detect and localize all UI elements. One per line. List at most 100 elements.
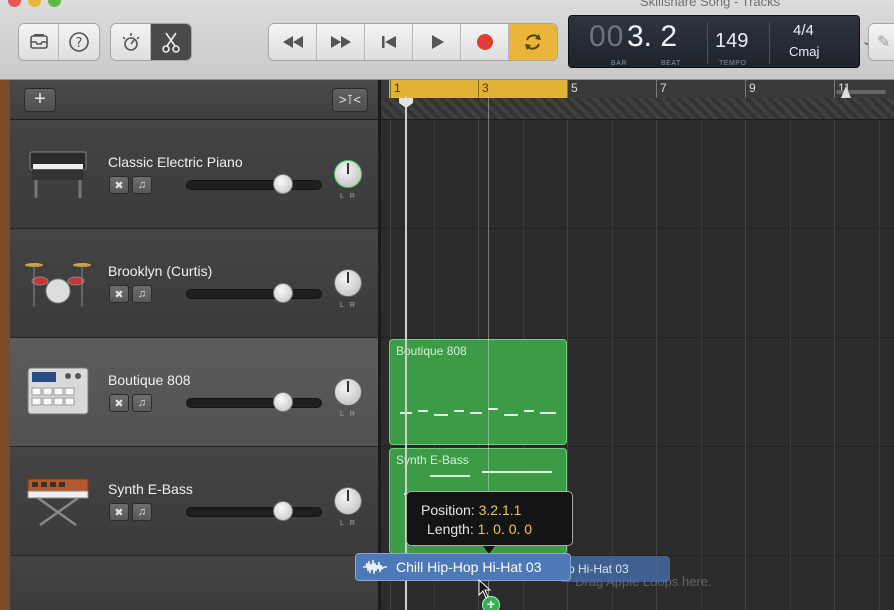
dragged-loop-name: Chill Hip-Hop Hi-Hat 03 <box>396 559 542 575</box>
edit-buttons-group <box>110 23 192 61</box>
solo-button[interactable]: ♫ <box>132 503 152 521</box>
pan-lr-labels: LR <box>340 411 361 418</box>
track-header[interactable]: Classic Electric Piano ✖ ♫ LR <box>10 120 378 229</box>
waveform-icon <box>363 559 387 575</box>
editors-button[interactable] <box>151 24 191 60</box>
view-buttons-group: ? <box>18 23 100 61</box>
window-title: Skillshare Song - Tracks <box>640 0 781 9</box>
headphones-icon: ♫ <box>137 179 147 191</box>
position-tooltip: Position: 3.2.1.1 Length: 1. 0. 0. 0 <box>406 491 573 546</box>
catch-icon: >⊺< <box>339 92 361 107</box>
pan-lr-labels: LR <box>340 520 361 527</box>
catch-playhead-button[interactable]: >⊺< <box>332 88 368 112</box>
pan-knob[interactable] <box>334 487 362 515</box>
volume-slider[interactable] <box>186 507 322 517</box>
ruler-hatch <box>381 98 894 119</box>
drum-kit-icon <box>25 263 91 307</box>
ruler-bar-number: 1 <box>394 81 401 95</box>
tooltip-length-label: Length: <box>427 521 474 537</box>
mute-button[interactable]: ✖ <box>109 503 129 521</box>
mute-icon: ✖ <box>114 506 124 519</box>
track-lane[interactable] <box>381 120 894 229</box>
copy-plus-icon: + <box>482 596 500 610</box>
pan-lr-labels: LR <box>340 302 361 309</box>
plus-icon: + <box>34 88 46 110</box>
volume-slider[interactable] <box>186 180 322 190</box>
minimize-window-button[interactable] <box>28 0 41 7</box>
volume-slider-knob[interactable] <box>273 501 293 521</box>
pan-lr-labels: LR <box>340 193 361 200</box>
empty-track-row <box>10 556 378 610</box>
headphones-icon: ♫ <box>137 397 147 409</box>
ruler-bar-number: 3 <box>482 81 489 95</box>
svg-text:?: ? <box>76 36 83 51</box>
track-name: Brooklyn (Curtis) <box>108 263 213 279</box>
play-button[interactable] <box>413 24 461 60</box>
lcd-bar-label: BAR <box>611 60 627 67</box>
mute-button[interactable]: ✖ <box>109 394 129 412</box>
ruler-bar-number: 9 <box>749 81 756 95</box>
track-name: Classic Electric Piano <box>108 154 243 170</box>
lcd-position: 3. 2 <box>627 20 678 53</box>
solo-button[interactable]: ♫ <box>132 394 152 412</box>
ruler-bar-number: 5 <box>571 81 578 95</box>
solo-button[interactable]: ♫ <box>132 285 152 303</box>
go-to-beginning-icon <box>381 36 396 48</box>
volume-slider[interactable] <box>186 289 322 299</box>
garageband-window: Skillshare Song - Tracks ? 00 3. 2 BAR B… <box>0 0 894 610</box>
play-icon <box>431 35 444 49</box>
fast-forward-button[interactable] <box>317 24 365 60</box>
zoom-window-button[interactable] <box>48 0 61 7</box>
ruler-bar-number: 7 <box>660 81 667 95</box>
cycle-button[interactable] <box>509 24 557 60</box>
volume-slider-knob[interactable] <box>273 174 293 194</box>
lcd-display[interactable]: 00 3. 2 BAR BEAT 149 TEMPO 4/4 Cmaj <box>568 15 860 68</box>
electric-piano-icon <box>29 151 87 198</box>
rewind-icon <box>282 36 303 48</box>
volume-slider[interactable] <box>186 398 322 408</box>
dragged-apple-loop[interactable]: Chill Hip-Hop Hi-Hat 03 <box>355 553 571 581</box>
record-button[interactable] <box>461 24 509 60</box>
rewind-button[interactable] <box>269 24 317 60</box>
lcd-bar-digits: 00 <box>589 20 625 53</box>
library-edge <box>0 80 10 610</box>
mute-button[interactable]: ✖ <box>109 285 129 303</box>
tooltip-length-value: 1. 0. 0. 0 <box>477 521 533 537</box>
region-boutique-808[interactable]: Boutique 808 <box>389 339 567 445</box>
library-icon <box>29 34 48 49</box>
library-button[interactable] <box>19 24 59 60</box>
pan-knob[interactable] <box>334 378 362 406</box>
notepad-button[interactable]: ✎ <box>868 23 894 61</box>
drum-machine-icon <box>27 367 89 415</box>
track-lane[interactable] <box>381 229 894 338</box>
mute-icon: ✖ <box>114 397 124 410</box>
record-icon <box>476 34 493 50</box>
add-track-button[interactable]: + <box>24 88 56 112</box>
lcd-tempo-label: TEMPO <box>719 60 747 67</box>
go-to-beginning-button[interactable] <box>365 24 413 60</box>
track-header[interactable]: Boutique 808 ✖ ♫ LR <box>10 338 378 447</box>
close-window-button[interactable] <box>8 0 21 7</box>
headphones-icon: ♫ <box>137 506 147 518</box>
synthesizer-icon <box>27 478 89 527</box>
lcd-tempo: 149 <box>715 30 749 52</box>
smart-controls-button[interactable] <box>111 24 151 60</box>
volume-slider-knob[interactable] <box>273 283 293 303</box>
tooltip-position-value: 3.2.1.1 <box>478 502 522 518</box>
headphones-icon: ♫ <box>137 288 147 300</box>
mute-icon: ✖ <box>114 179 124 192</box>
mute-button[interactable]: ✖ <box>109 176 129 194</box>
pan-knob[interactable] <box>334 160 362 188</box>
track-header[interactable]: Synth E-Bass ✖ ♫ LR <box>10 447 378 556</box>
help-icon: ? <box>69 32 89 52</box>
volume-slider-knob[interactable] <box>273 392 293 412</box>
quick-help-button[interactable]: ? <box>59 24 99 60</box>
smart-controls-icon <box>122 33 139 51</box>
tooltip-length-row: Length: 1. 0. 0. 0 <box>427 521 532 537</box>
solo-button[interactable]: ♫ <box>132 176 152 194</box>
pan-knob[interactable] <box>334 269 362 297</box>
ruler[interactable]: 1 3 5 7 9 11 <box>381 80 894 120</box>
track-name: Synth E-Bass <box>108 481 193 497</box>
track-header[interactable]: Brooklyn (Curtis) ✖ ♫ LR <box>10 229 378 338</box>
pencil-icon: ✎ <box>877 34 891 51</box>
